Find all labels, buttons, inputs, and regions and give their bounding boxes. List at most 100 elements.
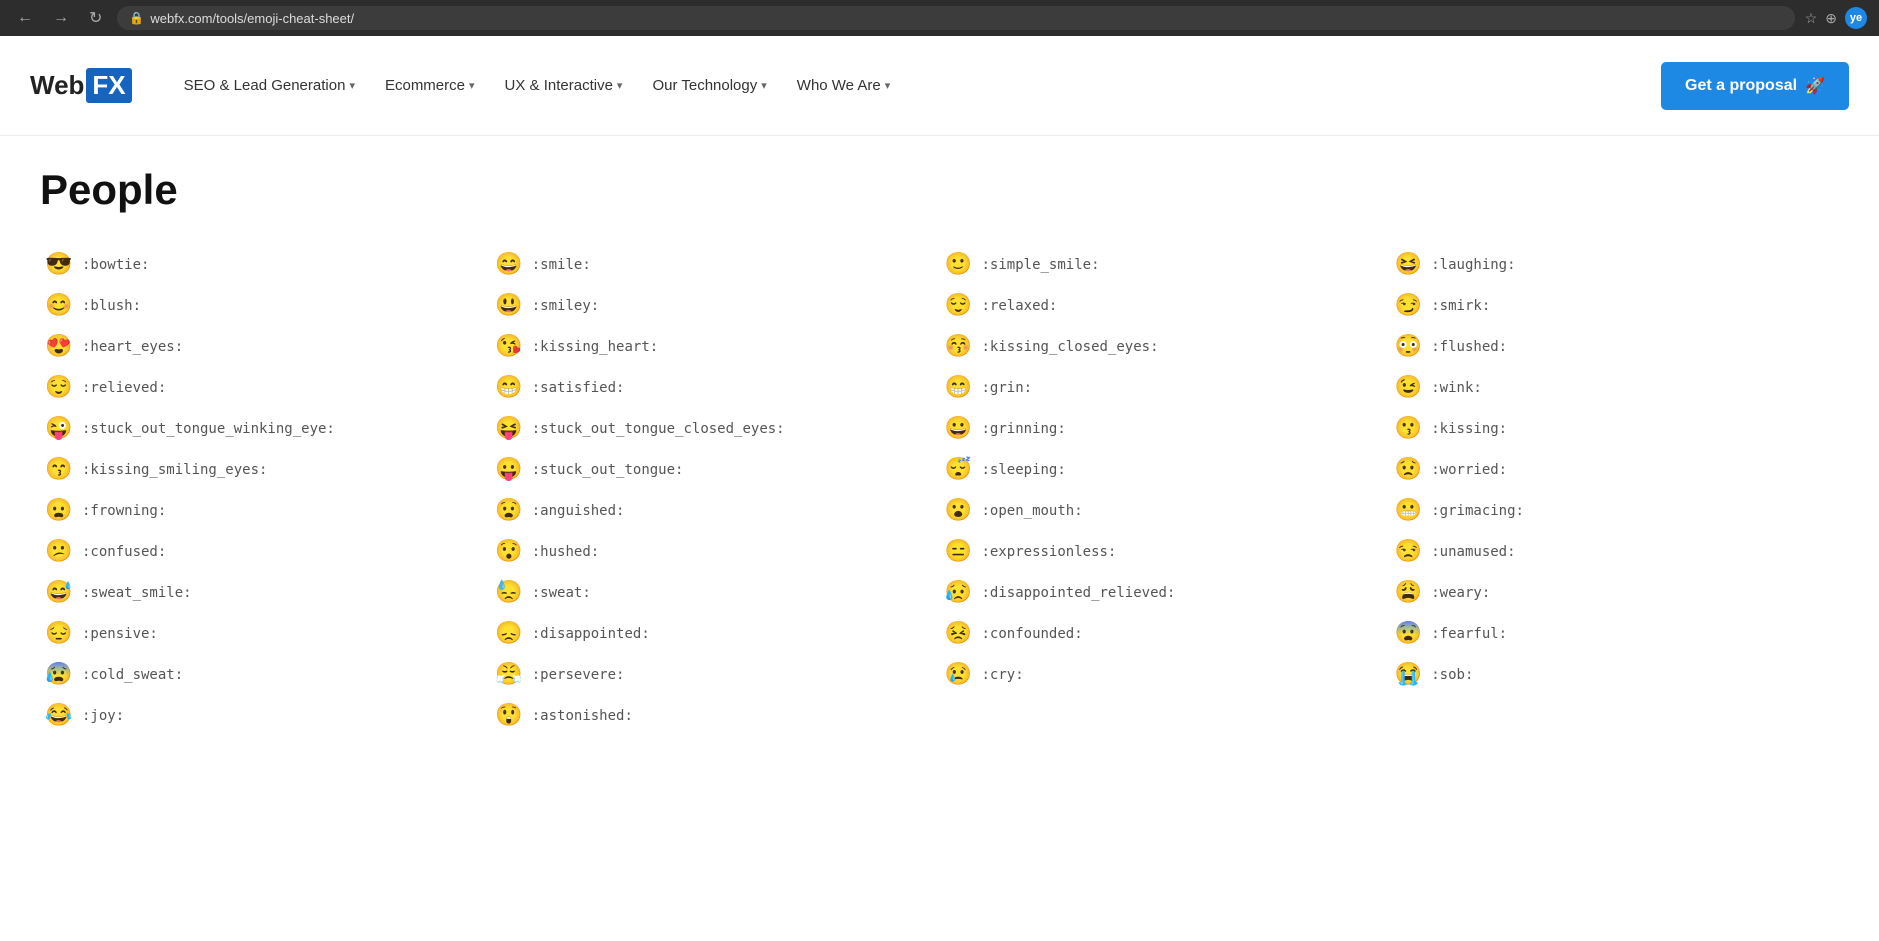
nav-chevron-technology: ▾ (761, 79, 767, 92)
list-item: 😧 :anguished: (490, 490, 940, 531)
list-item: 😳 :flushed: (1389, 326, 1839, 367)
emoji-char: 😣 (944, 621, 974, 646)
logo-text: Web (30, 70, 84, 101)
list-item: 😌 :relaxed: (940, 285, 1390, 326)
emoji-char: 😊 (44, 293, 74, 318)
emoji-code: :blush: (82, 298, 141, 314)
nav-item-who-we-are[interactable]: Who We Are ▾ (785, 69, 902, 102)
list-item: 😀 :grinning: (940, 408, 1390, 449)
emoji-char: 😩 (1393, 580, 1423, 605)
list-item: 😌 :relieved: (40, 367, 490, 408)
site-header: WebFX SEO & Lead Generation ▾ Ecommerce … (0, 36, 1879, 136)
emoji-char: 😉 (1393, 375, 1423, 400)
cta-label: Get a proposal (1685, 77, 1797, 95)
nav-item-seo[interactable]: SEO & Lead Generation ▾ (172, 69, 367, 102)
emoji-char: 😓 (494, 580, 524, 605)
extension-icon[interactable]: ⊕ (1825, 10, 1837, 27)
logo[interactable]: WebFX (30, 68, 132, 103)
emoji-char: 😕 (44, 539, 74, 564)
get-proposal-button[interactable]: Get a proposal 🚀 (1661, 62, 1849, 110)
emoji-code: :unamused: (1431, 544, 1515, 560)
emoji-char: 😳 (1393, 334, 1423, 359)
emoji-char: 😃 (494, 293, 524, 318)
list-item: 🙂 :simple_smile: (940, 244, 1390, 285)
emoji-char: 😬 (1393, 498, 1423, 523)
emoji-char: 😟 (1393, 457, 1423, 482)
emoji-code: :stuck_out_tongue_winking_eye: (82, 421, 335, 437)
emoji-code: :stuck_out_tongue: (532, 462, 684, 478)
emoji-code: :flushed: (1431, 339, 1507, 355)
emoji-code: :confused: (82, 544, 166, 560)
list-item: 😙 :kissing_smiling_eyes: (40, 449, 490, 490)
emoji-code: :stuck_out_tongue_closed_eyes: (532, 421, 785, 437)
avatar-icon[interactable]: ye (1845, 7, 1867, 29)
list-item: 😭 :sob: (1389, 654, 1839, 695)
list-item: 😅 :sweat_smile: (40, 572, 490, 613)
list-item: 😕 :confused: (40, 531, 490, 572)
emoji-char: 😴 (944, 457, 974, 482)
emoji-char: 😏 (1393, 293, 1423, 318)
emoji-code: :satisfied: (532, 380, 625, 396)
list-item: 😥 :disappointed_relieved: (940, 572, 1390, 613)
nav-chevron-seo: ▾ (349, 79, 355, 92)
emoji-char: 😎 (44, 252, 74, 277)
list-item: 😍 :heart_eyes: (40, 326, 490, 367)
star-icon[interactable]: ☆ (1805, 10, 1818, 27)
emoji-char: 😧 (494, 498, 524, 523)
emoji-char: 😦 (44, 498, 74, 523)
emoji-char: 😭 (1393, 662, 1423, 687)
back-button[interactable]: ← (12, 7, 38, 29)
nav-item-ecommerce-label: Ecommerce (385, 77, 465, 94)
emoji-code: :anguished: (532, 503, 625, 519)
rocket-icon: 🚀 (1805, 76, 1825, 96)
list-item: 😓 :sweat: (490, 572, 940, 613)
emoji-code: :heart_eyes: (82, 339, 183, 355)
list-item: 😨 :fearful: (1389, 613, 1839, 654)
nav-chevron-ux: ▾ (617, 79, 623, 92)
emoji-char: 😮 (944, 498, 974, 523)
forward-button[interactable]: → (48, 7, 74, 29)
emoji-char: 😄 (494, 252, 524, 277)
emoji-code: :cry: (982, 667, 1024, 683)
emoji-code: :fearful: (1431, 626, 1507, 642)
list-item: 😯 :hushed: (490, 531, 940, 572)
nav-item-ux-label: UX & Interactive (505, 77, 613, 94)
emoji-grid: 😎 :bowtie: 😄 :smile: 🙂 :simple_smile: 😆 … (40, 244, 1839, 736)
emoji-char: 😅 (44, 580, 74, 605)
emoji-char: 😌 (44, 375, 74, 400)
emoji-char: 😚 (944, 334, 974, 359)
emoji-char: 😰 (44, 662, 74, 687)
emoji-code: :sleeping: (982, 462, 1066, 478)
emoji-char: 😒 (1393, 539, 1423, 564)
list-item: 😗 :kissing: (1389, 408, 1839, 449)
list-item: 😘 :kissing_heart: (490, 326, 940, 367)
emoji-code: :disappointed_relieved: (982, 585, 1176, 601)
list-item: 😉 :wink: (1389, 367, 1839, 408)
emoji-code: :smirk: (1431, 298, 1490, 314)
emoji-char: 😯 (494, 539, 524, 564)
nav-item-ux[interactable]: UX & Interactive ▾ (493, 69, 635, 102)
emoji-code: :kissing_closed_eyes: (982, 339, 1159, 355)
nav-item-technology-label: Our Technology (652, 77, 757, 94)
nav-item-technology[interactable]: Our Technology ▾ (640, 69, 778, 102)
list-item: 😚 :kissing_closed_eyes: (940, 326, 1390, 367)
list-item: 😁 :satisfied: (490, 367, 940, 408)
emoji-char: 😌 (944, 293, 974, 318)
emoji-char: 😢 (944, 662, 974, 687)
nav-item-ecommerce[interactable]: Ecommerce ▾ (373, 69, 487, 102)
emoji-code: :relaxed: (982, 298, 1058, 314)
list-item: 😁 :grin: (940, 367, 1390, 408)
emoji-code: :simple_smile: (982, 257, 1100, 273)
list-item: 😄 :smile: (490, 244, 940, 285)
emoji-code: :worried: (1431, 462, 1507, 478)
emoji-char: 😨 (1393, 621, 1423, 646)
list-item: 😝 :stuck_out_tongue_closed_eyes: (490, 408, 940, 449)
emoji-code: :frowning: (82, 503, 166, 519)
emoji-char: 😲 (494, 703, 524, 728)
emoji-char: 😂 (44, 703, 74, 728)
reload-button[interactable]: ↻ (84, 6, 107, 30)
list-item: 😴 :sleeping: (940, 449, 1390, 490)
emoji-char: 😀 (944, 416, 974, 441)
address-bar[interactable]: 🔒 webfx.com/tools/emoji-cheat-sheet/ (117, 6, 1794, 30)
emoji-code: :open_mouth: (982, 503, 1083, 519)
